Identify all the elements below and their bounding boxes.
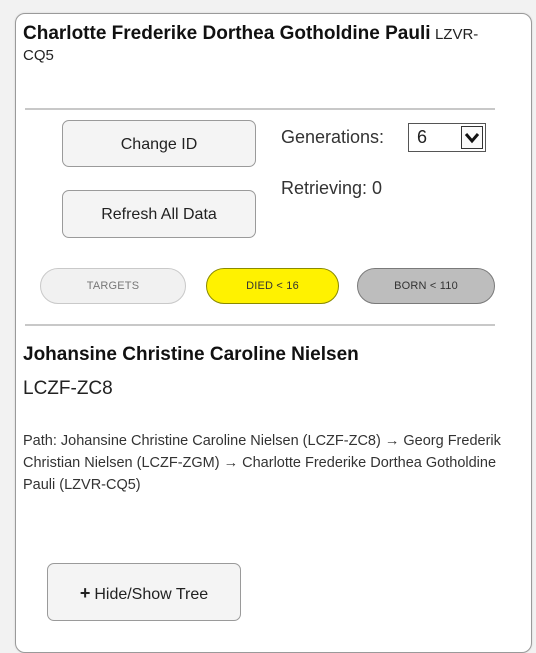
generations-value: 6: [417, 127, 428, 147]
hide-show-tree-button[interactable]: + Hide/Show Tree: [47, 563, 241, 621]
plus-icon: +: [79, 583, 91, 603]
refresh-all-data-button[interactable]: Refresh All Data: [62, 190, 256, 238]
change-id-button[interactable]: Change ID: [62, 120, 256, 167]
filter-targets[interactable]: TARGETS: [40, 268, 186, 304]
generations-select[interactable]: 6: [408, 123, 486, 152]
relationship-path: Path: Johansine Christine Caroline Niels…: [23, 433, 501, 493]
filter-born[interactable]: BORN < 110: [357, 268, 495, 304]
hide-show-tree-label: Hide/Show Tree: [94, 586, 209, 603]
chevron-down-icon[interactable]: [461, 126, 483, 149]
generations-label: Generations:: [281, 127, 385, 147]
selected-person-name: Johansine Christine Caroline Nielsen: [23, 344, 359, 365]
filter-died[interactable]: DIED < 16: [206, 268, 339, 304]
filters-divider: [25, 324, 495, 326]
header-divider: [25, 108, 495, 110]
panel-header: Charlotte Frederike Dorthea Gotholdine P…: [23, 20, 493, 65]
retrieving-status: Retrieving: 0: [281, 178, 383, 198]
header-person-name: Charlotte Frederike Dorthea Gotholdine P…: [23, 23, 431, 44]
selected-person-id: LCZF-ZC8: [23, 378, 113, 399]
